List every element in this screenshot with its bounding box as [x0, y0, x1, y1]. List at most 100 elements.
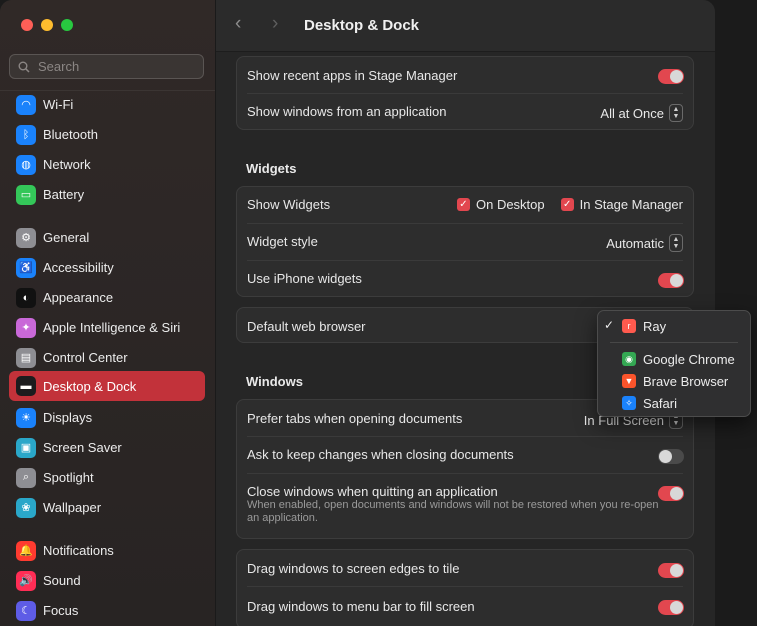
- sidebar-item-label: Wi-Fi: [43, 97, 74, 112]
- widgets-group: Show Widgets ✓ On Desktop ✓ In Stage Man…: [236, 186, 694, 297]
- wifi-icon: ◠: [16, 94, 36, 115]
- globe-icon: ◍: [16, 154, 36, 175]
- sidebar-item-accessibility[interactable]: ♿ Accessibility: [9, 253, 205, 282]
- sidebar-item-label: Control Center: [43, 350, 128, 365]
- chevron-updown-icon: ▲▼: [669, 234, 683, 252]
- sound-icon: 🔊: [16, 570, 36, 591]
- search-field[interactable]: [9, 54, 204, 79]
- row-label: Ask to keep changes when closing documen…: [247, 447, 514, 462]
- battery-icon: ▭: [16, 184, 36, 205]
- widgets-section-title: Widgets: [246, 161, 297, 176]
- sidebar-item-general[interactable]: ⚙ General: [9, 223, 205, 252]
- sidebar-item-label: Battery: [43, 187, 85, 202]
- sidebar-item-sound[interactable]: 🔊 Sound: [9, 566, 205, 595]
- sidebar-item-appearance[interactable]: ◐ Appearance: [9, 283, 205, 312]
- row-label: Show recent apps in Stage Manager: [247, 68, 458, 83]
- widget-style-popup[interactable]: Automatic ▲ ▼: [606, 234, 683, 252]
- sidebar-item-displays[interactable]: ☀ Displays: [9, 403, 205, 432]
- sidebar-item-control-center[interactable]: ▤ Control Center: [9, 343, 205, 372]
- zoom-window-button[interactable]: [61, 19, 73, 31]
- menu-divider: [610, 342, 738, 343]
- tiling-group: Drag windows to screen edges to tile Dra…: [236, 549, 694, 626]
- accessibility-icon: ♿: [16, 257, 36, 278]
- search-input[interactable]: [36, 58, 190, 75]
- sidebar-item-label: Screen Saver: [43, 440, 122, 455]
- show-widgets-row: Show Widgets ✓ On Desktop ✓ In Stage Man…: [237, 187, 693, 224]
- iphone-widgets-toggle[interactable]: [658, 273, 684, 288]
- checkbox-label: In Stage Manager: [579, 197, 683, 212]
- stage-show-windows-row: Show windows from an application All at …: [237, 94, 693, 131]
- search-icon: [18, 61, 30, 73]
- sidebar-item-label: Appearance: [43, 290, 114, 305]
- checkmark-icon: ✓: [604, 318, 615, 332]
- sidebar-item-spotlight[interactable]: ⌕ Spotlight: [9, 463, 205, 492]
- stage-recent-apps-toggle[interactable]: [658, 69, 684, 84]
- browser-menu: ✓ r Ray ◉ Google Chrome ▼ Brave Browser …: [597, 310, 751, 417]
- menubar-fill-toggle[interactable]: [658, 600, 684, 615]
- row-label: Drag windows to screen edges to tile: [247, 561, 460, 576]
- sidebar-item-label: Notifications: [43, 543, 114, 558]
- row-description: When enabled, open documents and windows…: [247, 499, 659, 524]
- ask-keep-changes-toggle[interactable]: [658, 449, 684, 464]
- sidebar-item-desktop-dock[interactable]: ▬ Desktop & Dock: [9, 371, 205, 401]
- sidebar-item-label: Sound: [43, 573, 81, 588]
- minimize-window-button[interactable]: [41, 19, 53, 31]
- displays-icon: ☀: [16, 407, 36, 428]
- menu-item-label: Brave Browser: [643, 374, 729, 389]
- sidebar-item-label: Apple Intelligence & Siri: [43, 320, 181, 335]
- sidebar-item-wifi[interactable]: ◠ Wi-Fi: [9, 90, 205, 119]
- menu-item-label: Google Chrome: [643, 352, 735, 367]
- in-stage-manager-checkbox[interactable]: ✓ In Stage Manager: [560, 197, 683, 212]
- menu-item-google-chrome[interactable]: ◉ Google Chrome: [598, 348, 750, 370]
- forward-button[interactable]: ›: [272, 14, 278, 34]
- sidebar-item-label: Desktop & Dock: [43, 378, 137, 394]
- sidebar: ◠ Wi-Fi ᛒ Bluetooth ◍ Network ▭ Battery …: [0, 0, 216, 626]
- windows-section-title: Windows: [246, 374, 303, 389]
- spotlight-icon: ⌕: [16, 467, 36, 488]
- close-windows-row: Close windows when quitting an applicati…: [237, 474, 693, 540]
- menu-item-ray[interactable]: ✓ r Ray: [598, 315, 750, 337]
- on-desktop-checkbox[interactable]: ✓ On Desktop: [456, 197, 545, 212]
- sidebar-item-bluetooth[interactable]: ᛒ Bluetooth: [9, 120, 205, 149]
- show-windows-popup[interactable]: All at Once ▲ ▼: [600, 104, 683, 122]
- chevron-updown-icon: ▲▼: [669, 104, 683, 122]
- row-label: Drag windows to menu bar to fill screen: [247, 599, 475, 614]
- sidebar-item-focus[interactable]: ☾ Focus: [9, 596, 205, 625]
- sidebar-item-network[interactable]: ◍ Network: [9, 150, 205, 179]
- ray-browser-icon: r: [622, 319, 636, 333]
- menu-item-label: Safari: [643, 396, 677, 411]
- dock-icon: ▬: [16, 376, 36, 396]
- row-label: Use iPhone widgets: [247, 271, 362, 286]
- sidebar-item-wallpaper[interactable]: ❀ Wallpaper: [9, 493, 205, 522]
- sidebar-item-notifications[interactable]: 🔔 Notifications: [9, 536, 205, 565]
- tile-edges-toggle[interactable]: [658, 563, 684, 578]
- menu-item-brave-browser[interactable]: ▼ Brave Browser: [598, 370, 750, 392]
- ask-keep-changes-row: Ask to keep changes when closing documen…: [237, 437, 693, 474]
- row-label: Widget style: [247, 234, 318, 249]
- row-label: Prefer tabs when opening documents: [247, 411, 463, 426]
- safari-icon: ✧: [622, 396, 636, 410]
- sidebar-item-battery[interactable]: ▭ Battery: [9, 180, 205, 209]
- row-label: Show windows from an application: [247, 104, 447, 119]
- sidebar-item-label: Bluetooth: [43, 127, 98, 142]
- sidebar-item-label: General: [43, 230, 90, 245]
- popup-value: All at Once: [600, 105, 664, 121]
- screen-saver-icon: ▣: [16, 437, 36, 458]
- checkbox-label: On Desktop: [475, 197, 545, 212]
- gear-icon: ⚙: [16, 227, 36, 248]
- chrome-icon: ◉: [622, 352, 636, 366]
- control-center-icon: ▤: [16, 347, 36, 368]
- menu-item-safari[interactable]: ✧ Safari: [598, 392, 750, 414]
- row-label: Show Widgets: [247, 197, 331, 212]
- menu-item-label: Ray: [643, 319, 667, 334]
- checkmark-icon: ✓: [560, 198, 574, 211]
- siri-icon: ✦: [16, 317, 36, 338]
- close-window-button[interactable]: [21, 19, 33, 31]
- brave-icon: ▼: [622, 374, 636, 388]
- back-button[interactable]: ‹: [235, 14, 241, 34]
- toolbar: ‹ › Desktop & Dock: [216, 0, 715, 52]
- popup-value: Automatic: [606, 235, 664, 251]
- bluetooth-icon: ᛒ: [16, 124, 36, 145]
- sidebar-item-apple-intelligence-siri[interactable]: ✦ Apple Intelligence & Siri: [9, 313, 205, 342]
- sidebar-item-screen-saver[interactable]: ▣ Screen Saver: [9, 433, 205, 462]
